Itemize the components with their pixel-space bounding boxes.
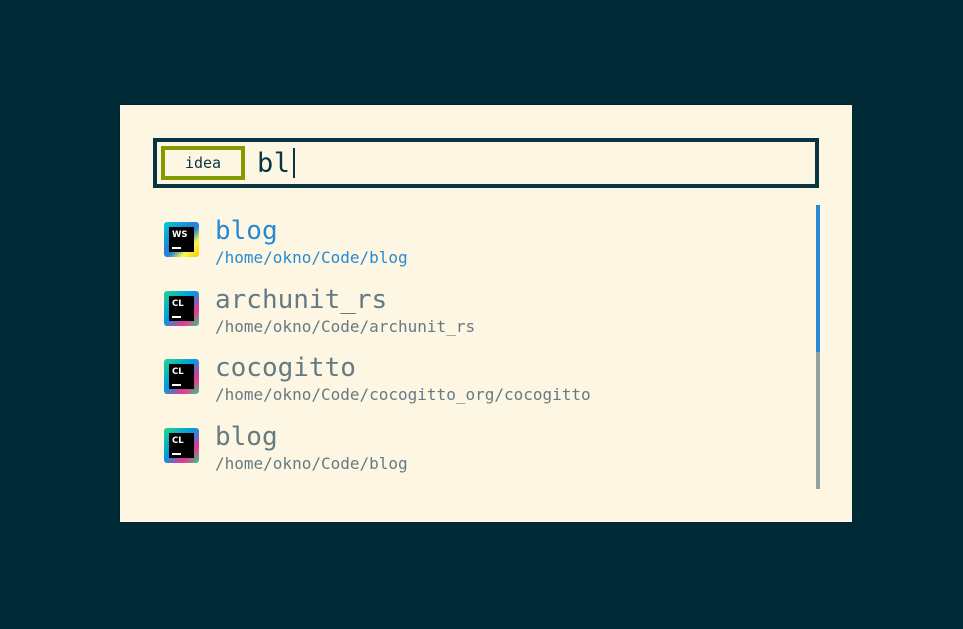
search-input[interactable]: bl bbox=[257, 146, 295, 180]
result-name: archunit_rs bbox=[215, 284, 388, 315]
clion-icon: CL bbox=[164, 290, 199, 326]
results-list: WS blog /home/okno/Code/blog CL archunit… bbox=[164, 214, 804, 488]
result-path: /home/okno/Code/cocogitto_org/cocogitto bbox=[215, 385, 591, 404]
search-query-text: bl bbox=[257, 147, 291, 179]
result-path: /home/okno/Code/blog bbox=[215, 453, 408, 473]
mode-indicator[interactable]: idea bbox=[161, 146, 245, 180]
result-name: cocogitto bbox=[215, 353, 356, 383]
result-name: blog bbox=[215, 421, 278, 452]
mode-label: idea bbox=[184, 154, 222, 172]
result-item[interactable]: CL cocogitto /home/okno/Code/cocogitto_o… bbox=[164, 351, 804, 420]
result-path: /home/okno/Code/blog bbox=[215, 248, 408, 267]
launcher-window: idea bl WS blog /home/okno/Code/blog CL … bbox=[120, 105, 852, 522]
result-path: /home/okno/Code/archunit_rs bbox=[215, 316, 476, 336]
clion-icon: CL bbox=[164, 427, 199, 463]
result-item[interactable]: CL archunit_rs /home/okno/Code/archunit_… bbox=[164, 283, 804, 352]
scrollbar-thumb[interactable] bbox=[816, 205, 820, 352]
result-item[interactable]: WS blog /home/okno/Code/blog bbox=[164, 214, 804, 283]
result-name: blog bbox=[215, 216, 278, 246]
webstorm-icon: WS bbox=[164, 222, 199, 257]
text-cursor bbox=[292, 148, 295, 178]
scrollbar[interactable] bbox=[816, 205, 820, 489]
search-bar[interactable]: idea bl bbox=[153, 138, 819, 188]
result-item[interactable]: CL blog /home/okno/Code/blog bbox=[164, 420, 804, 489]
clion-icon: CL bbox=[164, 359, 199, 394]
